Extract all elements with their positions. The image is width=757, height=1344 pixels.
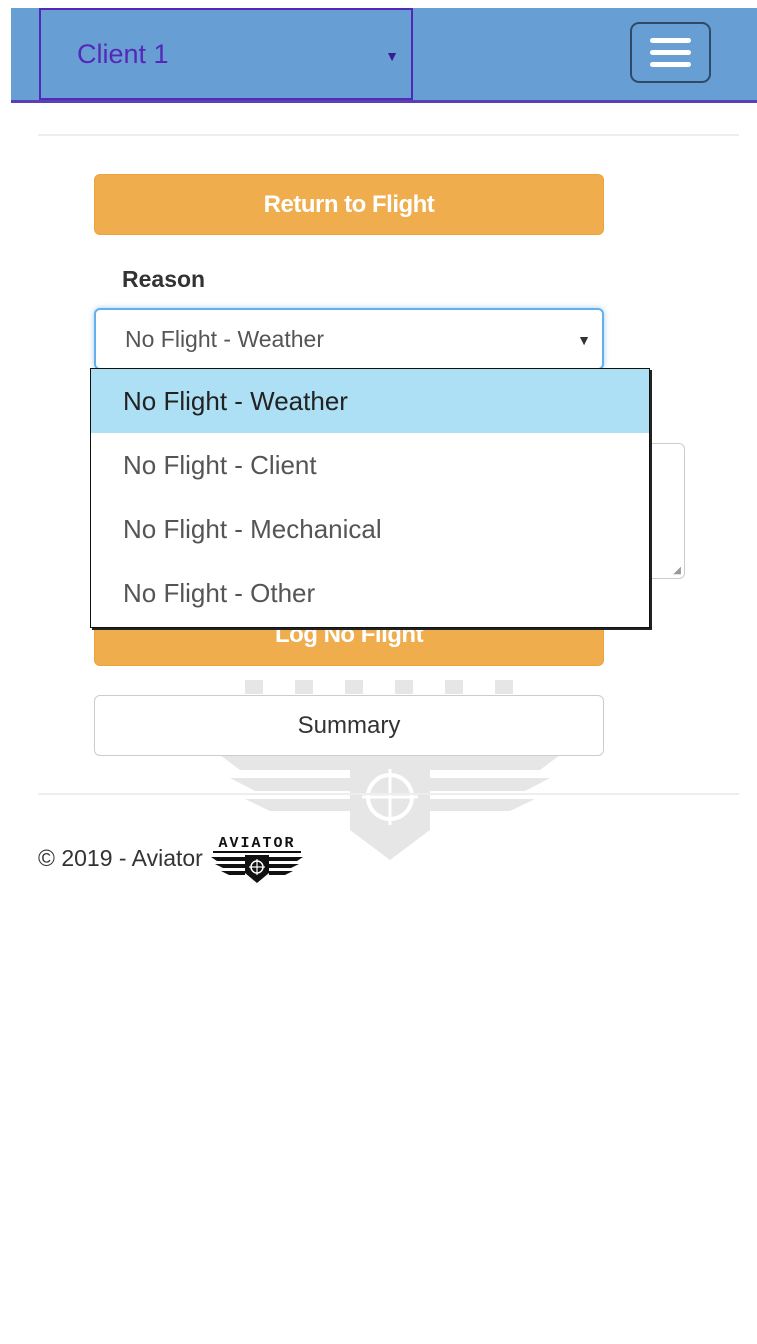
summary-label: Summary [297, 711, 401, 739]
divider [38, 134, 739, 136]
menu-toggle-button[interactable] [630, 22, 711, 83]
hamburger-icon [650, 50, 691, 55]
hamburger-icon [650, 62, 691, 67]
footer: © 2019 - Aviator AVIATOR [38, 831, 307, 885]
client-select[interactable]: Client 1 ▼ [39, 8, 413, 100]
dropdown-option[interactable]: No Flight - Weather [91, 369, 649, 433]
dropdown-option[interactable]: No Flight - Client [91, 433, 649, 497]
resize-handle-icon[interactable]: ◢ [673, 565, 681, 576]
chevron-down-icon: ▼ [385, 48, 399, 64]
hamburger-icon [650, 38, 691, 43]
chevron-down-icon: ▼ [577, 332, 591, 348]
navbar: Client 1 ▼ [11, 8, 757, 103]
reason-dropdown-list: No Flight - Weather No Flight - Client N… [90, 368, 650, 628]
aviator-logo: AVIATOR [210, 835, 303, 883]
page: Client 1 ▼ Return to Flight Reason No Fl… [0, 0, 757, 1344]
divider [38, 793, 739, 795]
return-to-flight-button[interactable]: Return to Flight [94, 174, 604, 235]
client-select-value: Client 1 [77, 38, 169, 69]
dropdown-option[interactable]: No Flight - Mechanical [91, 497, 649, 561]
svg-text:AVIATOR: AVIATOR [218, 835, 295, 852]
reason-select[interactable]: No Flight - Weather ▼ [94, 308, 604, 370]
copyright-text: © 2019 - Aviator [38, 844, 203, 871]
reason-select-value: No Flight - Weather [125, 325, 324, 352]
return-to-flight-label: Return to Flight [263, 190, 435, 218]
dropdown-option[interactable]: No Flight - Other [91, 561, 649, 625]
reason-label: Reason [122, 266, 206, 292]
summary-button[interactable]: Summary [94, 695, 604, 756]
